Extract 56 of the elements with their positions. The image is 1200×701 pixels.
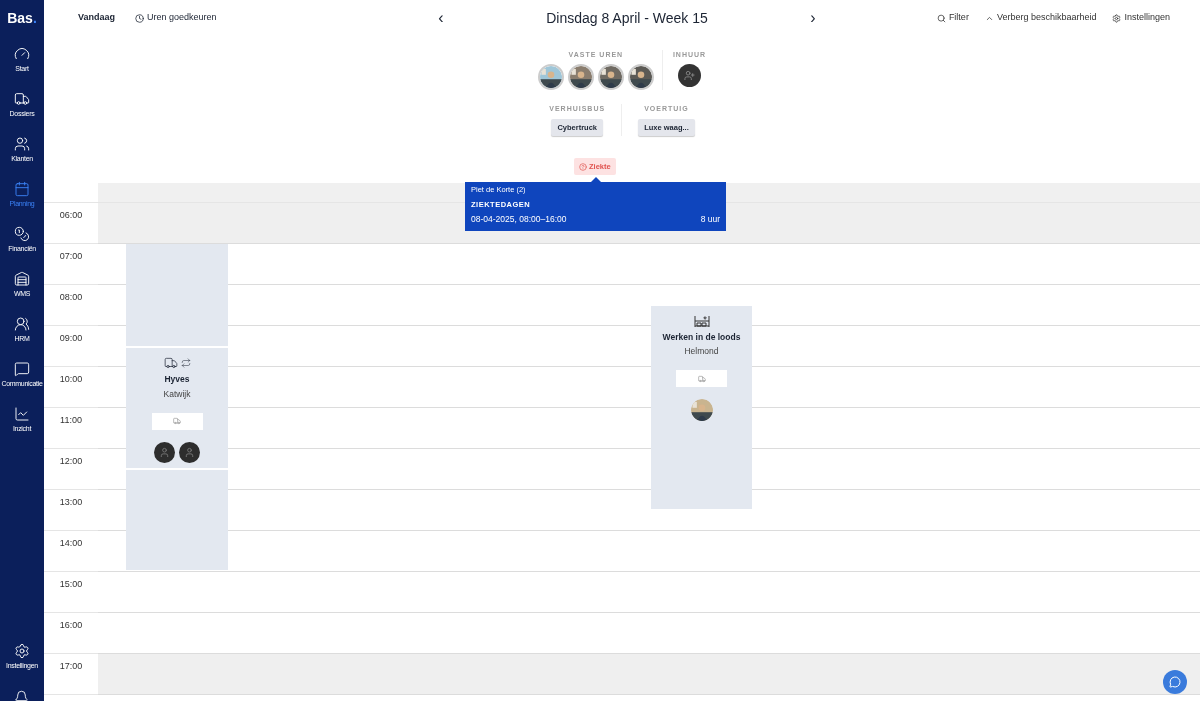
approve-hours-button[interactable]: Uren goedkeuren <box>135 11 217 25</box>
toolbar-action[interactable]: Filter <box>936 11 969 25</box>
hour-label: 11:00 <box>60 414 82 427</box>
hour-label: 10:00 <box>59 373 83 386</box>
unknown-person-avatar[interactable] <box>179 441 200 463</box>
chat-icon <box>14 361 30 377</box>
event-card[interactable]: Werken in de loods Helmond <box>651 305 752 509</box>
unknown-person-avatar[interactable] <box>154 441 175 463</box>
logo[interactable]: Bas. <box>7 7 37 29</box>
event-card[interactable]: Hyves Katwijk <box>126 348 228 468</box>
event-title: Werken in de loods <box>662 330 741 344</box>
hour-label: 12:00 <box>59 455 83 468</box>
settings-icon <box>1112 13 1122 23</box>
event-title: Hyves <box>164 373 190 386</box>
truck-icon <box>173 417 181 425</box>
date-title: Dinsdag 8 April - Week 15 <box>545 8 709 28</box>
truck-icon <box>14 91 30 107</box>
hour-label: 17:00 <box>59 660 83 673</box>
previous-button[interactable]: ‹ <box>436 10 446 26</box>
calendar-icon <box>14 181 30 197</box>
tooltip-hours: 8 uur <box>700 212 720 226</box>
notifications-button[interactable] <box>14 689 30 701</box>
clock-icon <box>135 13 144 23</box>
repeat-icon <box>180 358 191 368</box>
hour-label: 16:00 <box>59 619 83 632</box>
add-person-button[interactable] <box>678 63 701 87</box>
tooltip-period: 08-04-2025, 08:00–16:00 <box>471 212 567 226</box>
hour-label: 07:00 <box>59 250 83 263</box>
warehouse-icon <box>14 271 30 287</box>
event-location: Katwijk <box>163 387 191 401</box>
truck-icon <box>697 374 706 383</box>
next-button[interactable]: › <box>808 10 818 26</box>
hour-label: 14:00 <box>59 537 83 550</box>
chat-icon <box>1169 676 1181 688</box>
person-icon <box>159 446 170 458</box>
toolbar-action[interactable]: Verberg beschikbaarheid <box>984 11 1097 25</box>
settings-icon <box>14 642 30 659</box>
hour-label: 06:00 <box>59 209 83 222</box>
workbench-icon <box>693 313 710 328</box>
search-icon <box>936 13 946 23</box>
person-icon <box>184 446 195 458</box>
line-chart-icon <box>14 406 30 422</box>
user-plus-icon <box>684 69 695 81</box>
users-icon <box>14 136 30 152</box>
hour-label: 08:00 <box>59 291 83 304</box>
truck-icon <box>163 356 178 370</box>
gauge-icon <box>14 46 30 62</box>
toolbar-action[interactable]: Instellingen <box>1112 11 1170 25</box>
today-button[interactable]: Vandaag <box>78 11 115 25</box>
hour-label: 09:00 <box>59 332 83 345</box>
hour-label: 15:00 <box>59 578 83 591</box>
people-icon <box>14 316 30 332</box>
coins-icon <box>14 226 30 242</box>
hour-label: 13:00 <box>59 496 83 509</box>
event-location: Helmond <box>684 345 719 358</box>
bell-icon <box>14 689 30 701</box>
